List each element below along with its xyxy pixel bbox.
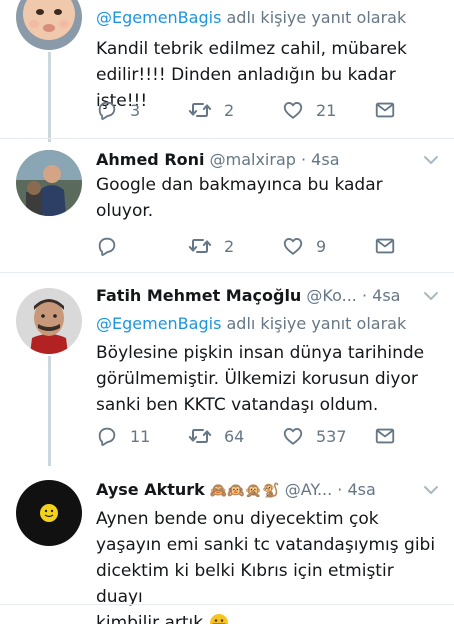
author-handle[interactable]: @Ko...	[306, 286, 356, 305]
mention-link[interactable]: @EgemenBagis	[96, 8, 221, 27]
heart-icon	[282, 425, 304, 447]
like-count: 21	[316, 100, 337, 120]
direct-message-button[interactable]	[374, 234, 396, 258]
author-handle[interactable]: @AY...	[285, 480, 333, 499]
retweet-count: 2	[224, 100, 235, 120]
reply-context: @EgemenBagis adlı kişiye yanıt olarak	[96, 8, 407, 27]
reply-button[interactable]: 3	[96, 98, 140, 122]
tweet-actions: 3 2 21	[96, 98, 416, 122]
tweet-timestamp[interactable]: · 4sa	[362, 286, 401, 305]
direct-message-button[interactable]	[374, 98, 396, 122]
retweet-icon	[188, 234, 212, 258]
retweet-button[interactable]: 64	[188, 424, 244, 448]
direct-message-button[interactable]	[374, 424, 396, 448]
reply-icon	[96, 99, 118, 121]
envelope-icon	[374, 99, 396, 121]
thread-line	[48, 356, 51, 466]
tweet-4[interactable]: Ayse Akturk 🙈🙉🙊🐒 @AY... · 4sa Aynen bend…	[0, 466, 454, 624]
chevron-down-icon[interactable]	[422, 482, 440, 498]
author-name[interactable]: Ayse Akturk	[96, 480, 205, 499]
mention-link[interactable]: @EgemenBagis	[96, 314, 221, 333]
author-name[interactable]: Ahmed Roni	[96, 150, 205, 169]
envelope-icon	[374, 425, 396, 447]
avatar-ahmed-roni[interactable]	[16, 150, 82, 216]
chevron-down-icon[interactable]	[422, 288, 440, 304]
retweet-button[interactable]: 2	[188, 98, 234, 122]
like-count: 9	[316, 236, 327, 256]
retweet-icon	[188, 424, 212, 448]
retweet-count: 64	[224, 426, 245, 446]
reply-count: 3	[130, 100, 141, 120]
thread-line	[48, 52, 51, 142]
tweet-text: Aynen bende onu diyecektim çok yaşayın e…	[96, 506, 440, 624]
reply-button[interactable]: 11	[96, 424, 150, 448]
tweet-2[interactable]: Ahmed Roni @malxirap · 4sa Google dan ba…	[0, 138, 454, 272]
reply-icon	[96, 235, 118, 257]
reply-count: 11	[130, 426, 151, 446]
chevron-down-icon[interactable]	[422, 152, 440, 168]
like-button[interactable]: 21	[282, 98, 336, 122]
envelope-icon	[374, 235, 396, 257]
author-name[interactable]: Fatih Mehmet Maçoğlu	[96, 286, 301, 305]
retweet-icon	[188, 98, 212, 122]
tweet-3[interactable]: Fatih Mehmet Maçoğlu @Ko... · 4sa @Egeme…	[0, 272, 454, 466]
reply-context: @EgemenBagis adlı kişiye yanıt olarak	[96, 314, 407, 333]
tweet-timestamp[interactable]: · 4sa	[337, 480, 376, 499]
divider	[0, 604, 454, 605]
reply-icon	[96, 425, 118, 447]
tweet-1[interactable]: @EgemenBagis adlı kişiye yanıt olarak Ka…	[0, 0, 454, 142]
avatar-fatih-mehmet-macoglu[interactable]	[16, 288, 82, 354]
heart-icon	[282, 99, 304, 121]
like-button[interactable]: 9	[282, 234, 326, 258]
like-button[interactable]: 537	[282, 424, 347, 448]
tweet-text: Google dan bakmayınca bu kadar oluyor.	[96, 175, 383, 221]
tweet-actions: 11 64 537	[96, 424, 416, 448]
grinning-face-icon	[209, 614, 228, 624]
like-count: 537	[316, 426, 347, 446]
tweet-text: Böylesine pişkin insan dünya tarihinde g…	[96, 343, 425, 415]
avatar-baby[interactable]	[16, 0, 82, 50]
tweet-actions: 2 9	[96, 234, 416, 258]
author-handle[interactable]: @malxirap	[210, 150, 296, 169]
heart-icon	[282, 235, 304, 257]
retweet-button[interactable]: 2	[188, 234, 234, 258]
name-emojis: 🙈🙉🙊🐒	[209, 483, 280, 499]
avatar-ayse-akturk[interactable]	[16, 480, 82, 546]
reply-button[interactable]	[96, 234, 130, 258]
retweet-count: 2	[224, 236, 235, 256]
tweet-timestamp[interactable]: · 4sa	[301, 150, 340, 169]
